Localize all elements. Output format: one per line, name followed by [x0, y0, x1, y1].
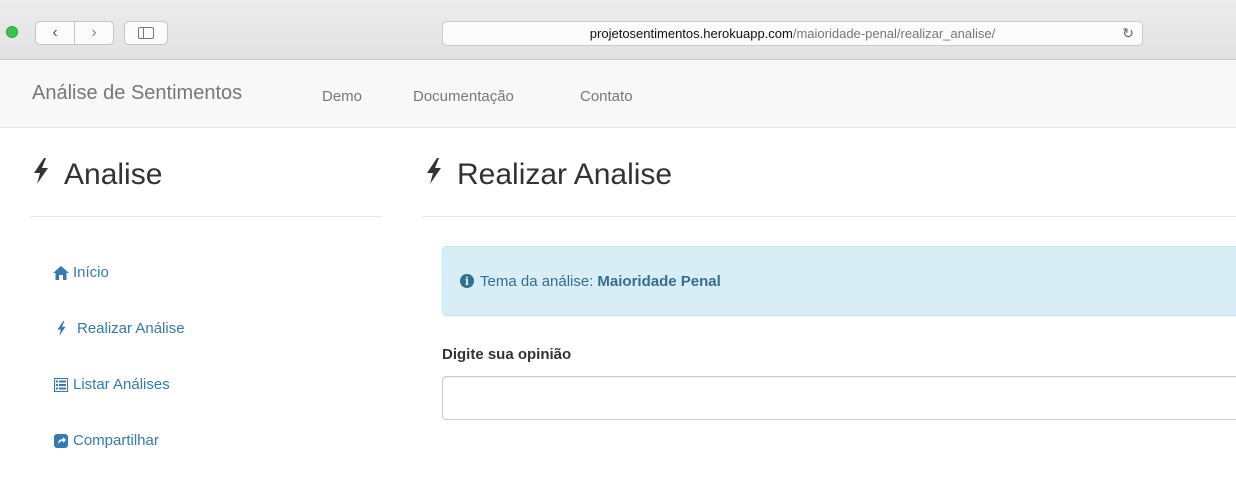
bolt-icon: [425, 158, 443, 192]
chevron-left-icon: ‹: [52, 24, 58, 41]
url-domain: projetosentimentos.herokuapp.com: [589, 26, 793, 41]
sidebar-item-label: Listar Análises: [73, 376, 170, 393]
topic-alert: i Tema da análise: Maioridade Penal: [442, 246, 1236, 316]
sidebar-item-listar-analises[interactable]: Listar Análises: [53, 376, 170, 393]
title-divider: [422, 216, 1236, 217]
page-title: Realizar Analise: [425, 158, 672, 192]
alert-prefix: Tema da análise:: [480, 272, 594, 290]
sidebar-item-label: Início: [73, 264, 109, 281]
sidebar-item-label: Compartilhar: [73, 432, 159, 449]
nav-link-documentacao[interactable]: Documentação: [413, 88, 514, 105]
sidebar-item-label: Realizar Análise: [77, 320, 185, 337]
sidebar-title: Analise: [32, 158, 162, 192]
opinion-label: Digite sua opinião: [442, 346, 572, 363]
nav-link-contato[interactable]: Contato: [580, 88, 633, 105]
sidebar-toggle-button[interactable]: [124, 21, 168, 45]
page-title-text: Realizar Analise: [457, 158, 673, 191]
sidebar-title-text: Analise: [64, 158, 163, 191]
back-button[interactable]: ‹: [36, 22, 75, 44]
browser-toolbar: ‹ › projetosentimentos.herokuapp.com/mai…: [0, 0, 1236, 60]
home-icon: [53, 265, 69, 280]
sidebar-item-compartilhar[interactable]: Compartilhar: [53, 432, 159, 449]
list-icon: [53, 377, 69, 392]
url-path: /maioridade-penal/realizar_analise/: [792, 26, 996, 41]
opinion-input[interactable]: [442, 376, 1236, 420]
bolt-icon: [53, 321, 69, 336]
history-nav-group: ‹ ›: [35, 21, 114, 45]
bolt-icon: [32, 158, 50, 192]
sidebar-item-inicio[interactable]: Início: [53, 264, 109, 281]
sidebar-item-realizar-analise[interactable]: Realizar Análise: [53, 320, 185, 337]
forward-button[interactable]: ›: [75, 22, 113, 44]
alert-topic: Maioridade Penal: [597, 272, 721, 290]
sidebar-divider: [30, 216, 382, 217]
chevron-right-icon: ›: [91, 24, 97, 41]
info-icon: i: [460, 274, 474, 288]
sidebar-icon: [138, 27, 154, 39]
window-zoom-button[interactable]: [6, 26, 18, 38]
navbar-brand[interactable]: Análise de Sentimentos: [32, 82, 242, 105]
share-icon: [53, 433, 69, 448]
address-bar[interactable]: projetosentimentos.herokuapp.com/maiorid…: [442, 21, 1143, 46]
nav-link-demo[interactable]: Demo: [322, 88, 362, 105]
site-navbar: Análise de Sentimentos Demo Documentação…: [0, 61, 1236, 128]
reload-icon[interactable]: ↻: [1122, 25, 1134, 42]
